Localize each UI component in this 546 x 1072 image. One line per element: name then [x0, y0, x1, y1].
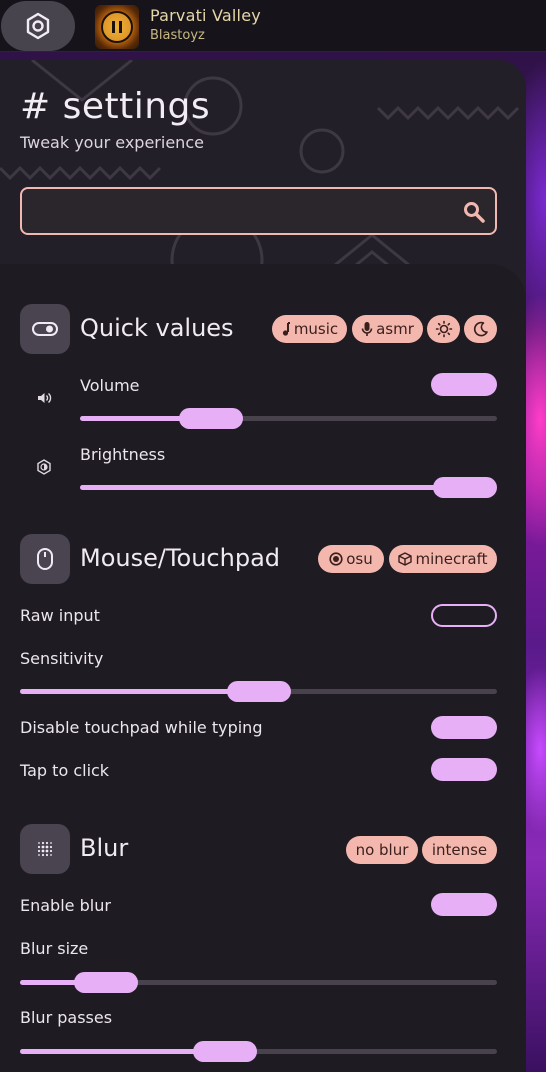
- chip-no-blur-label: no blur: [355, 841, 409, 859]
- chip-music-label: music: [293, 320, 339, 338]
- tap-to-click-toggle[interactable]: [431, 758, 497, 781]
- sensitivity-label: Sensitivity: [20, 649, 104, 668]
- enable-blur-label: Enable blur: [20, 896, 111, 915]
- section-icon-blur: [20, 824, 70, 874]
- brightness-slider-thumb[interactable]: [433, 477, 497, 498]
- blur-size-label: Blur size: [20, 939, 89, 958]
- chip-minecraft-label: minecraft: [415, 550, 488, 568]
- chip-no-blur[interactable]: no blur: [346, 836, 418, 864]
- volume-label: Volume: [80, 376, 140, 395]
- brightness-slider-fill: [80, 485, 465, 490]
- settings-content[interactable]: Quick values music asmr Volume Brightnes…: [0, 264, 526, 1072]
- tap-to-click-label: Tap to click: [20, 761, 110, 780]
- chip-osu-label: osu: [346, 550, 373, 568]
- volume-icon: [38, 392, 52, 404]
- sensitivity-slider-thumb[interactable]: [226, 681, 291, 702]
- section-icon-mouse: [20, 534, 70, 584]
- blur-size-slider-thumb[interactable]: [73, 972, 138, 993]
- search-icon[interactable]: [463, 201, 485, 223]
- sensitivity-slider-fill: [20, 689, 259, 694]
- section-title-blur: Blur: [80, 834, 129, 862]
- chip-intense[interactable]: intense: [422, 836, 497, 864]
- brightness-label: Brightness: [80, 445, 166, 464]
- sun-icon: [435, 320, 452, 338]
- music-note-icon: [282, 322, 290, 336]
- section-title-quick-values: Quick values: [80, 314, 234, 342]
- chip-music[interactable]: music: [272, 315, 347, 343]
- volume-toggle[interactable]: [431, 373, 497, 396]
- raw-input-toggle[interactable]: [431, 604, 497, 627]
- chip-asmr[interactable]: asmr: [352, 315, 423, 343]
- blur-passes-label: Blur passes: [20, 1008, 113, 1027]
- chip-osu[interactable]: osu: [318, 545, 384, 573]
- gear-icon: [26, 12, 50, 40]
- blur-passes-slider-thumb[interactable]: [193, 1041, 258, 1062]
- top-bar: Parvati Valley Blastoyz: [0, 0, 546, 52]
- cube-icon: [398, 552, 413, 566]
- volume-slider[interactable]: [80, 408, 497, 429]
- track-artist: Blastoyz: [150, 28, 205, 43]
- settings-panel: # settings Tweak your experience Quick v…: [0, 60, 526, 1072]
- page-title: # settings: [20, 86, 211, 127]
- light-mode-button[interactable]: [427, 315, 460, 343]
- mouse-icon: [37, 548, 53, 570]
- osu-icon: [329, 552, 343, 566]
- search-input[interactable]: [20, 187, 497, 235]
- chip-intense-label: intense: [431, 841, 488, 859]
- chip-asmr-label: asmr: [376, 320, 414, 338]
- chip-minecraft[interactable]: minecraft: [389, 545, 497, 573]
- blur-size-slider[interactable]: [20, 972, 497, 993]
- dark-mode-button[interactable]: [464, 315, 497, 343]
- microphone-icon: [361, 322, 373, 336]
- track-title: Parvati Valley: [150, 6, 261, 25]
- moon-icon: [473, 321, 488, 337]
- brightness-slider[interactable]: [80, 477, 497, 498]
- section-icon-quick-values: [20, 304, 70, 354]
- toggle-icon: [32, 322, 58, 336]
- volume-slider-thumb[interactable]: [178, 408, 243, 429]
- pause-icon[interactable]: [101, 11, 133, 43]
- blur-icon: [37, 841, 53, 857]
- raw-input-label: Raw input: [20, 606, 100, 625]
- section-title-mouse: Mouse/Touchpad: [80, 544, 281, 572]
- disable-touchpad-toggle[interactable]: [431, 716, 497, 739]
- page-subtitle: Tweak your experience: [20, 133, 204, 152]
- disable-touchpad-label: Disable touchpad while typing: [20, 718, 263, 737]
- enable-blur-toggle[interactable]: [431, 893, 497, 916]
- settings-button[interactable]: [1, 1, 75, 51]
- blur-passes-slider[interactable]: [20, 1041, 497, 1062]
- album-art[interactable]: [95, 5, 139, 49]
- brightness-icon: [37, 459, 51, 475]
- sensitivity-slider[interactable]: [20, 681, 497, 702]
